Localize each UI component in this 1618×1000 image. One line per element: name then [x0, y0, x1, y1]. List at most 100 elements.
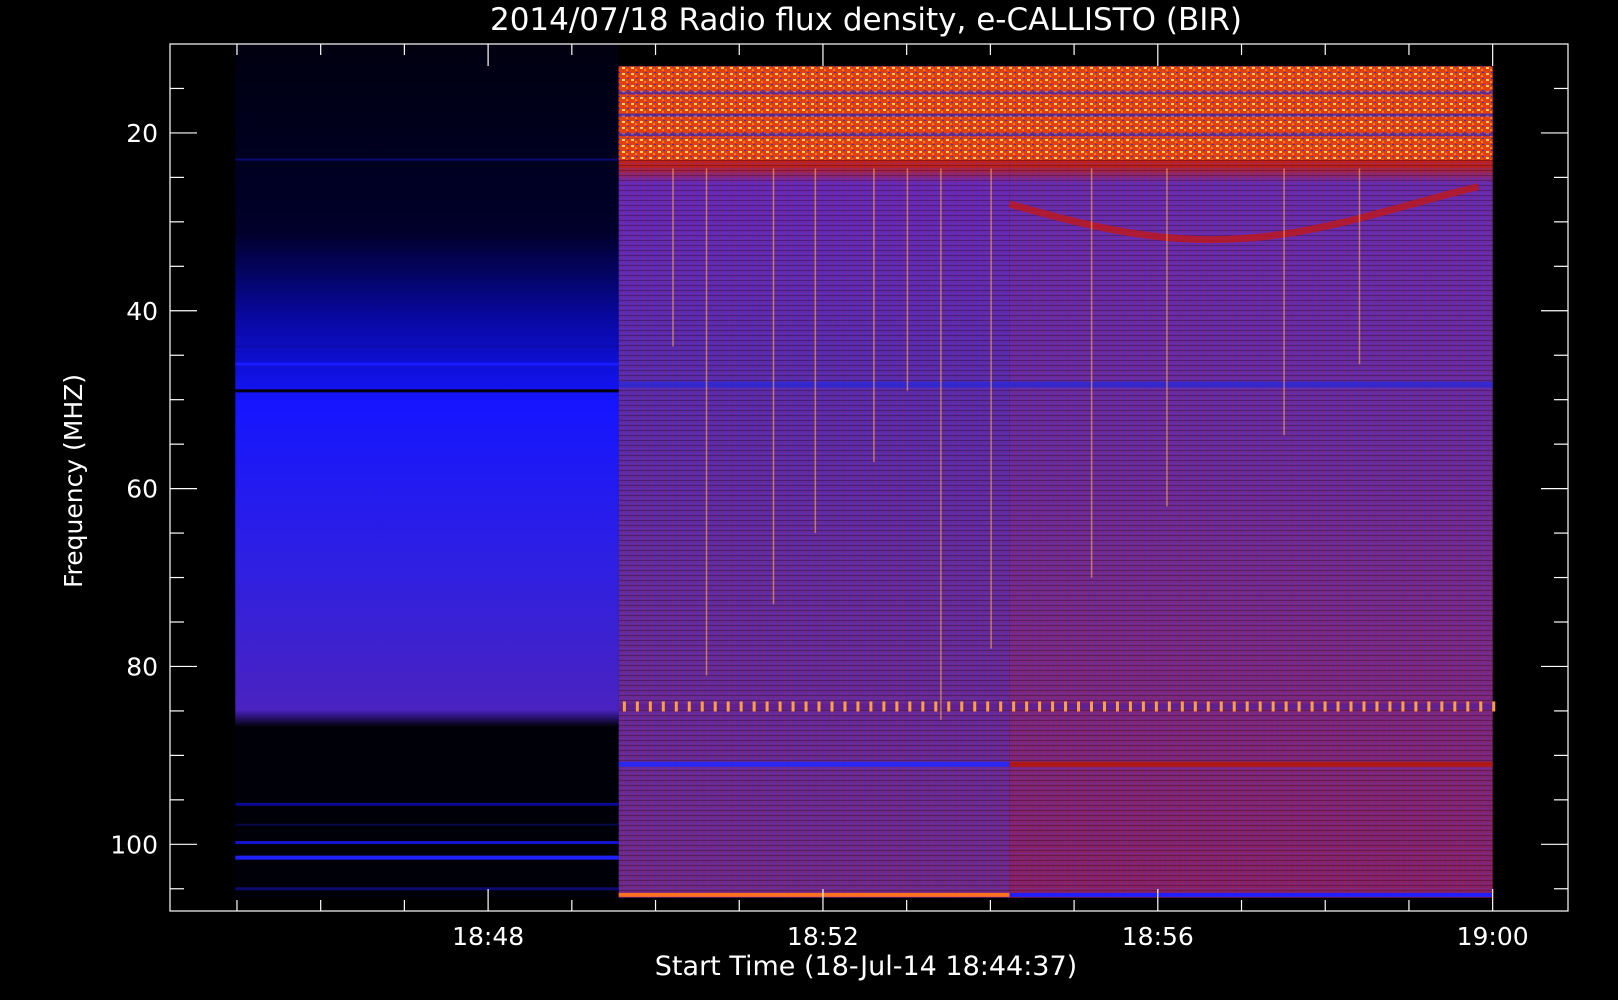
x-axis-label: Start Time (18-Jul-14 18:44:37) [655, 951, 1077, 982]
burst-mark [1154, 701, 1158, 712]
burst-mark [869, 701, 873, 712]
burst-mark [1440, 701, 1444, 712]
burst-mark [1193, 701, 1197, 712]
segment-texture [618, 66, 1010, 898]
burst-mark [1466, 701, 1470, 712]
burst-mark [1025, 701, 1029, 712]
burst-mark [830, 701, 834, 712]
burst-mark [1064, 701, 1068, 712]
burst-mark [960, 701, 964, 712]
burst-mark [752, 701, 756, 712]
burst-mark [1349, 701, 1353, 712]
spike-streak [940, 168, 942, 720]
frequency-line [235, 362, 619, 366]
burst-mark [804, 701, 808, 712]
band-interference-line [618, 91, 1493, 95]
burst-mark [843, 701, 847, 712]
burst-mark [778, 701, 782, 712]
burst-mark [1284, 701, 1288, 712]
spectrogram-figure: 18:48 18:52 18:56 19:00 20 40 60 80 100 2014/07… [0, 0, 1618, 1000]
burst-mark [1245, 701, 1249, 712]
burst-mark [1219, 701, 1223, 712]
burst-mark [1012, 701, 1016, 712]
burst-mark [1077, 701, 1081, 712]
spectrogram-image [235, 44, 1496, 898]
burst-mark [635, 701, 639, 712]
burst-mark [1479, 701, 1483, 712]
spike-streak [1358, 168, 1361, 365]
frequency-line [235, 841, 619, 845]
burst-mark [1453, 701, 1457, 712]
burst-mark [973, 701, 977, 712]
burst-mark [648, 701, 652, 712]
burst-mark [1401, 701, 1405, 712]
spike-streak [990, 168, 992, 649]
y-tick-label: 20 [126, 119, 158, 148]
burst-mark [1141, 701, 1145, 712]
interference-line-91 [618, 761, 1010, 767]
spike-streak [873, 168, 875, 462]
burst-mark [1180, 701, 1184, 712]
band-interference-line [618, 133, 1493, 137]
burst-mark [1388, 701, 1392, 712]
burst-mark [791, 701, 795, 712]
intense-band-low-freq [618, 66, 1493, 160]
chart-title: 2014/07/18 Radio flux density, e-CALLIST… [490, 2, 1242, 38]
burst-mark [856, 701, 860, 712]
burst-mark [1336, 701, 1340, 712]
band-interference-line [618, 113, 1493, 117]
burst-mark [1102, 701, 1106, 712]
spike-streak [672, 168, 674, 347]
burst-mark [713, 701, 717, 712]
spike-streak [1090, 168, 1093, 578]
burst-mark [726, 701, 730, 712]
spike-streak [772, 168, 775, 605]
bottom-edge-band [618, 892, 1010, 897]
burst-mark [622, 701, 626, 712]
frequency-line [235, 158, 619, 161]
burst-mark [934, 701, 938, 712]
burst-mark [1051, 701, 1055, 712]
burst-mark [1167, 701, 1171, 712]
y-tick-label: 40 [126, 297, 158, 326]
burst-mark [1492, 701, 1496, 712]
y-axis-label: Frequency (MHZ) [59, 374, 88, 588]
burst-mark [1362, 701, 1366, 712]
burst-mark [765, 701, 769, 712]
x-tick-label: 18:56 [1122, 922, 1194, 951]
burst-mark [700, 701, 704, 712]
burst-mark [1232, 701, 1236, 712]
burst-mark [1128, 701, 1132, 712]
burst-mark [921, 701, 925, 712]
burst-mark [687, 701, 691, 712]
burst-mark [1427, 701, 1431, 712]
burst-mark [1271, 701, 1275, 712]
segment-texture [1009, 66, 1493, 898]
burst-mark [895, 701, 899, 712]
frequency-line [235, 389, 619, 393]
frequency-line [235, 344, 619, 348]
burst-mark [1090, 701, 1094, 712]
burst-mark [674, 701, 678, 712]
burst-mark [1414, 701, 1418, 712]
bottom-edge-band [1009, 892, 1493, 897]
y-tick-label: 80 [126, 652, 158, 681]
x-tick-label: 19:00 [1457, 922, 1529, 951]
burst-mark [739, 701, 743, 712]
burst-mark [986, 701, 990, 712]
frequency-line [235, 887, 619, 891]
y-tick-label: 60 [126, 475, 158, 504]
burst-mark [1038, 701, 1042, 712]
burst-mark [1310, 701, 1314, 712]
burst-mark [999, 701, 1003, 712]
burst-mark [908, 701, 912, 712]
burst-mark [661, 701, 665, 712]
spike-streak [1283, 168, 1285, 436]
spike-streak [814, 168, 817, 534]
burst-mark [947, 701, 951, 712]
interference-line-91 [1009, 761, 1493, 767]
burst-mark [882, 701, 886, 712]
spike-streak [705, 168, 708, 676]
x-tick-label: 18:52 [787, 922, 859, 951]
burst-mark [1375, 701, 1379, 712]
